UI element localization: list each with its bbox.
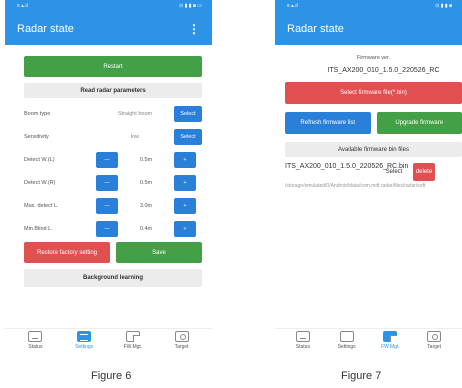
tab-settings-label: Settings: [75, 344, 94, 350]
select-firmware-file-button[interactable]: Select firmware file(*.bin): [285, 82, 462, 104]
save-button[interactable]: Save: [116, 242, 202, 263]
tab-settings-label: Settings: [337, 344, 356, 350]
detect-width-left-label: Detect W.(L): [24, 156, 55, 163]
detect-width-right-row: Detect W.(R) — 0.5m +: [24, 173, 206, 192]
sensitivity-row: Sensitivity low Select: [24, 127, 206, 146]
max-detect-length-row: Max. detect L. — 3.0m +: [24, 196, 206, 215]
firmware-actions-group: Refresh firmware list Upgrade firmware: [285, 112, 462, 134]
page-title: Radar state: [17, 22, 74, 35]
detect-width-right-minus-button[interactable]: —: [96, 174, 118, 191]
boom-type-label: Boom type: [24, 110, 51, 117]
status-icon: [295, 331, 310, 342]
boom-type-row: Boom type Straight boom Select: [24, 104, 206, 123]
status-bar: ≡ ▴.ıl ⊙ ▮ ▮ ■: [275, 0, 462, 12]
firmware-file-path: /storage/emulated/0/Android/data/com.mdt…: [285, 183, 426, 189]
page-title: Radar state: [287, 22, 344, 35]
settings-icon: [77, 331, 92, 342]
refresh-firmware-list-button[interactable]: Refresh firmware list: [285, 112, 371, 134]
sensitivity-select-button[interactable]: Select: [174, 128, 202, 145]
max-detect-length-plus-button[interactable]: +: [174, 197, 196, 214]
detect-width-left-plus-button[interactable]: +: [174, 151, 196, 168]
restore-save-group: Restore factory setting Save: [24, 242, 202, 263]
detect-width-left-value: 0.5m: [139, 156, 153, 163]
detect-width-right-label: Detect W.(R): [24, 179, 56, 186]
list-item: ITS_AX200_010_1.5.0_220526_RC.bin Select…: [285, 163, 462, 181]
bottom-tab-bar: Status Settings FW.Mgt. Target: [5, 328, 212, 358]
min-blind-length-plus-button[interactable]: +: [174, 220, 196, 237]
target-icon: [174, 331, 189, 342]
boom-type-select-button[interactable]: Select: [174, 105, 202, 122]
target-icon: [427, 331, 442, 342]
tab-target[interactable]: Target: [414, 331, 454, 358]
tab-target[interactable]: Target: [162, 331, 202, 358]
min-blind-length-row: Min.Blind L. — 0.4m +: [24, 219, 206, 238]
settings-screen: ≡ ▴.ıl ⊙ ▮ ▮ ■ ▭ Radar state ⋮ Restart Re…: [5, 0, 212, 358]
read-parameters-button[interactable]: Read radar parameters: [24, 83, 202, 98]
background-learning-button[interactable]: Background learning: [24, 269, 202, 287]
app-header: Radar state ⋮: [5, 12, 212, 45]
firmware-screen: ≡ ▴.ıl ⊙ ▮ ▮ ■ Radar state Firmware ver. …: [275, 0, 462, 358]
detect-width-left-row: Detect W.(L) — 0.5m +: [24, 150, 206, 169]
restore-factory-button[interactable]: Restore factory setting: [24, 242, 110, 263]
tab-target-label: Target: [427, 344, 442, 350]
settings-icon: [339, 331, 354, 342]
firmware-icon: [383, 331, 398, 342]
firmware-icon: [125, 331, 140, 342]
file-delete-button[interactable]: delete: [413, 163, 435, 181]
tab-fw-mgt[interactable]: FW.Mgt.: [113, 331, 153, 358]
more-menu-icon[interactable]: ⋮: [188, 22, 200, 36]
app-header: Radar state: [275, 12, 462, 45]
firmware-version-value: ITS_AX200_010_1.5.0_220526_RC: [327, 67, 440, 74]
detect-width-right-plus-button[interactable]: +: [174, 174, 196, 191]
available-files-header: Available firmware bin files: [285, 142, 462, 157]
upgrade-firmware-button[interactable]: Upgrade firmware: [376, 112, 462, 134]
tab-status[interactable]: Status: [15, 331, 55, 358]
min-blind-length-value: 0.4m: [139, 225, 153, 232]
firmware-version-label: Firmware ver.: [356, 55, 391, 61]
detect-width-left-minus-button[interactable]: —: [96, 151, 118, 168]
file-select-button[interactable]: Select: [379, 163, 409, 181]
tab-fw-mgt-label: FW.Mgt.: [381, 344, 400, 350]
tab-fw-mgt[interactable]: FW.Mgt.: [370, 331, 410, 358]
tab-settings[interactable]: Settings: [64, 331, 104, 358]
sensitivity-value: low: [130, 133, 140, 140]
tab-status[interactable]: Status: [283, 331, 323, 358]
bottom-tab-bar: Status Settings FW.Mgt. Target: [275, 328, 462, 358]
max-detect-length-label: Max. detect L.: [24, 202, 59, 209]
restart-button[interactable]: Restart: [24, 56, 202, 77]
tab-target-label: Target: [174, 344, 189, 350]
boom-type-value: Straight boom: [117, 110, 153, 117]
tab-fw-mgt-label: FW.Mgt.: [123, 344, 143, 350]
detect-width-right-value: 0.5m: [139, 179, 153, 186]
tab-settings[interactable]: Settings: [327, 331, 367, 358]
min-blind-length-label: Min.Blind L.: [24, 225, 53, 232]
max-detect-length-minus-button[interactable]: —: [96, 197, 118, 214]
sensitivity-label: Sensitivity: [24, 133, 49, 140]
status-bar: ≡ ▴.ıl ⊙ ▮ ▮ ■ ▭: [5, 0, 212, 12]
figure-6-caption: Figure 6: [91, 370, 132, 382]
tab-status-label: Status: [28, 344, 43, 350]
figure-7-caption: Figure 7: [341, 370, 382, 382]
status-icon: [28, 331, 43, 342]
min-blind-length-minus-button[interactable]: —: [96, 220, 118, 237]
max-detect-length-value: 3.0m: [139, 202, 153, 209]
tab-status-label: Status: [295, 344, 310, 350]
firmware-file-name: ITS_AX200_010_1.5.0_220526_RC.bin: [285, 163, 409, 170]
